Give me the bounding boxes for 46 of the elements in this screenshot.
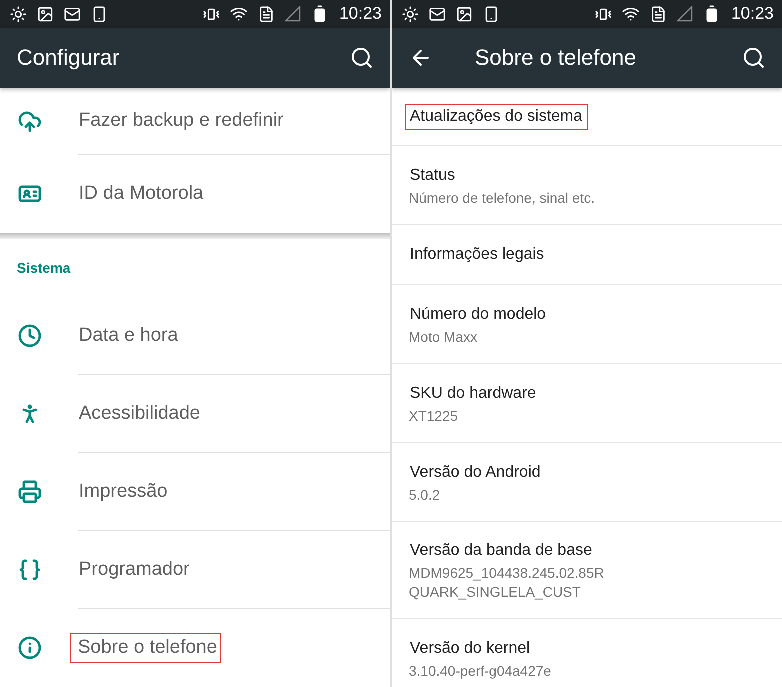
setting-value: QUARK_SINGLELA_CUST <box>409 583 582 602</box>
clock-icon <box>18 324 42 348</box>
search-button[interactable] <box>350 46 374 70</box>
setting-title[interactable]: Status <box>405 162 460 188</box>
clock-time: 10:23 <box>731 4 774 24</box>
section-header: Sistema <box>16 259 72 278</box>
signal-icon <box>285 6 302 22</box>
clock-time: 10:23 <box>339 4 382 24</box>
settings-item[interactable]: Sobre o telefone <box>70 633 222 663</box>
settings-item[interactable]: Fazer backup e redefinir <box>78 106 288 136</box>
setting-value: XT1225 <box>409 406 460 426</box>
wifi-icon <box>622 5 640 23</box>
setting-title[interactable]: Versão do Android <box>405 460 546 486</box>
braces-icon <box>18 558 42 582</box>
setting-title[interactable]: Versão do kernel <box>405 636 536 662</box>
mail-icon <box>429 6 446 22</box>
settings-item[interactable]: Impressão <box>78 476 172 506</box>
phone-icon <box>483 6 500 22</box>
setting-value: 5.0.2 <box>409 486 442 504</box>
setting-title[interactable]: Informações legais <box>405 242 550 268</box>
settings-item[interactable]: Data e hora <box>78 320 182 350</box>
signal-icon <box>677 6 694 22</box>
brightness-icon <box>10 6 27 22</box>
info-icon <box>18 636 42 660</box>
image-icon <box>37 6 54 22</box>
phone-icon <box>91 6 108 22</box>
setting-value: 3.10.40-perf-g04a427e <box>409 662 552 680</box>
brightness-icon <box>402 6 419 22</box>
setting-title[interactable]: Versão da banda de base <box>405 538 598 564</box>
setting-value: Moto Maxx <box>409 328 478 346</box>
image-icon <box>456 6 473 22</box>
printer-icon <box>18 480 42 504</box>
cloud-upload-icon <box>18 110 42 134</box>
setting-title[interactable]: SKU do hardware <box>405 380 542 406</box>
wifi-icon <box>230 5 248 23</box>
toolbar-title: Sobre o telefone <box>475 45 638 71</box>
settings-item[interactable]: ID da Motorola <box>78 179 208 209</box>
setting-title[interactable]: Número do modelo <box>405 302 552 328</box>
toolbar-title: Configurar <box>17 45 121 71</box>
setting-title[interactable]: Atualizações do sistema <box>405 104 588 130</box>
setting-value: Número de telefone, sinal etc. <box>409 188 596 208</box>
mail-icon <box>64 6 81 22</box>
settings-item[interactable]: Programador <box>78 554 194 584</box>
settings-item[interactable]: Acessibilidade <box>78 398 204 428</box>
setting-value: MDM9625_104438.245.02.85R <box>409 564 606 583</box>
search-button[interactable] <box>742 46 766 70</box>
